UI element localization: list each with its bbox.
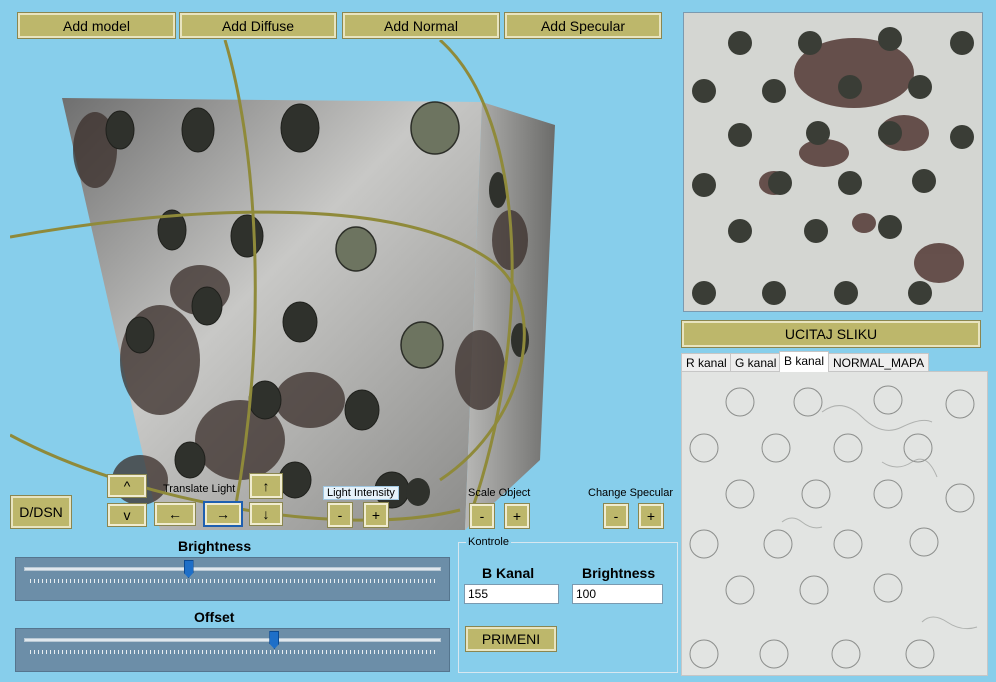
specular-plus-button[interactable]: +: [638, 503, 664, 529]
b-kanal-label: B Kanal: [482, 565, 535, 581]
b-channel-image: [682, 372, 987, 675]
scale-plus-button[interactable]: +: [504, 503, 530, 529]
ucitaj-sliku-button[interactable]: UCITAJ SLIKU: [681, 320, 981, 348]
translate-light-label: Translate Light: [163, 483, 236, 495]
kontrole-brightness-label: Brightness: [582, 565, 656, 581]
brightness-slider-ticks: [30, 579, 435, 583]
light-up-button[interactable]: ↑: [249, 473, 283, 499]
light-down-button[interactable]: ↓: [249, 502, 283, 526]
specular-minus-button[interactable]: -: [603, 503, 629, 529]
brightness-slider-panel: [15, 557, 450, 601]
tab-r-kanal[interactable]: R kanal: [681, 353, 732, 372]
textured-cube-render: [10, 40, 555, 530]
diffuse-texture-preview: [683, 12, 983, 312]
primeni-button[interactable]: PRIMENI: [465, 626, 557, 652]
kontrole-group: [458, 542, 678, 673]
d-dsn-button[interactable]: D/DSN: [10, 495, 72, 529]
change-specular-label: Change Specular: [588, 487, 674, 499]
light-intensity-plus-button[interactable]: +: [363, 502, 389, 528]
tab-b-kanal[interactable]: B kanal: [779, 351, 830, 372]
offset-slider-ticks: [30, 650, 435, 654]
brightness-slider-track[interactable]: [24, 567, 441, 571]
offset-slider-panel: [15, 628, 450, 672]
tab-normal-mapa[interactable]: NORMAL_MAPA: [828, 353, 930, 372]
channel-preview-panel: [681, 371, 988, 676]
tab-g-kanal[interactable]: G kanal: [730, 353, 782, 372]
add-specular-button[interactable]: Add Specular: [504, 12, 662, 39]
offset-slider-label: Offset: [194, 609, 235, 625]
light-right-button[interactable]: →: [203, 501, 243, 527]
kontrole-group-title: Kontrole: [466, 536, 511, 548]
scale-object-label: Scale Object: [468, 487, 531, 499]
kontrole-brightness-input[interactable]: 100: [572, 584, 663, 604]
add-normal-button[interactable]: Add Normal: [342, 12, 500, 39]
light-intensity-minus-button[interactable]: -: [327, 502, 353, 528]
move-up-button[interactable]: ^: [107, 474, 147, 498]
3d-viewport[interactable]: [10, 40, 670, 530]
add-model-button[interactable]: Add model: [17, 12, 176, 39]
b-kanal-input[interactable]: 155: [464, 584, 559, 604]
add-diffuse-button[interactable]: Add Diffuse: [179, 12, 337, 39]
offset-slider-track[interactable]: [24, 638, 441, 642]
move-down-button[interactable]: v: [107, 503, 147, 527]
light-left-button[interactable]: ←: [154, 502, 196, 526]
brightness-slider-label: Brightness: [178, 538, 252, 554]
scale-minus-button[interactable]: -: [469, 503, 495, 529]
light-intensity-label: Light Intensity: [323, 486, 399, 500]
brightness-slider-thumb[interactable]: [183, 560, 194, 578]
offset-slider-thumb[interactable]: [269, 631, 280, 649]
